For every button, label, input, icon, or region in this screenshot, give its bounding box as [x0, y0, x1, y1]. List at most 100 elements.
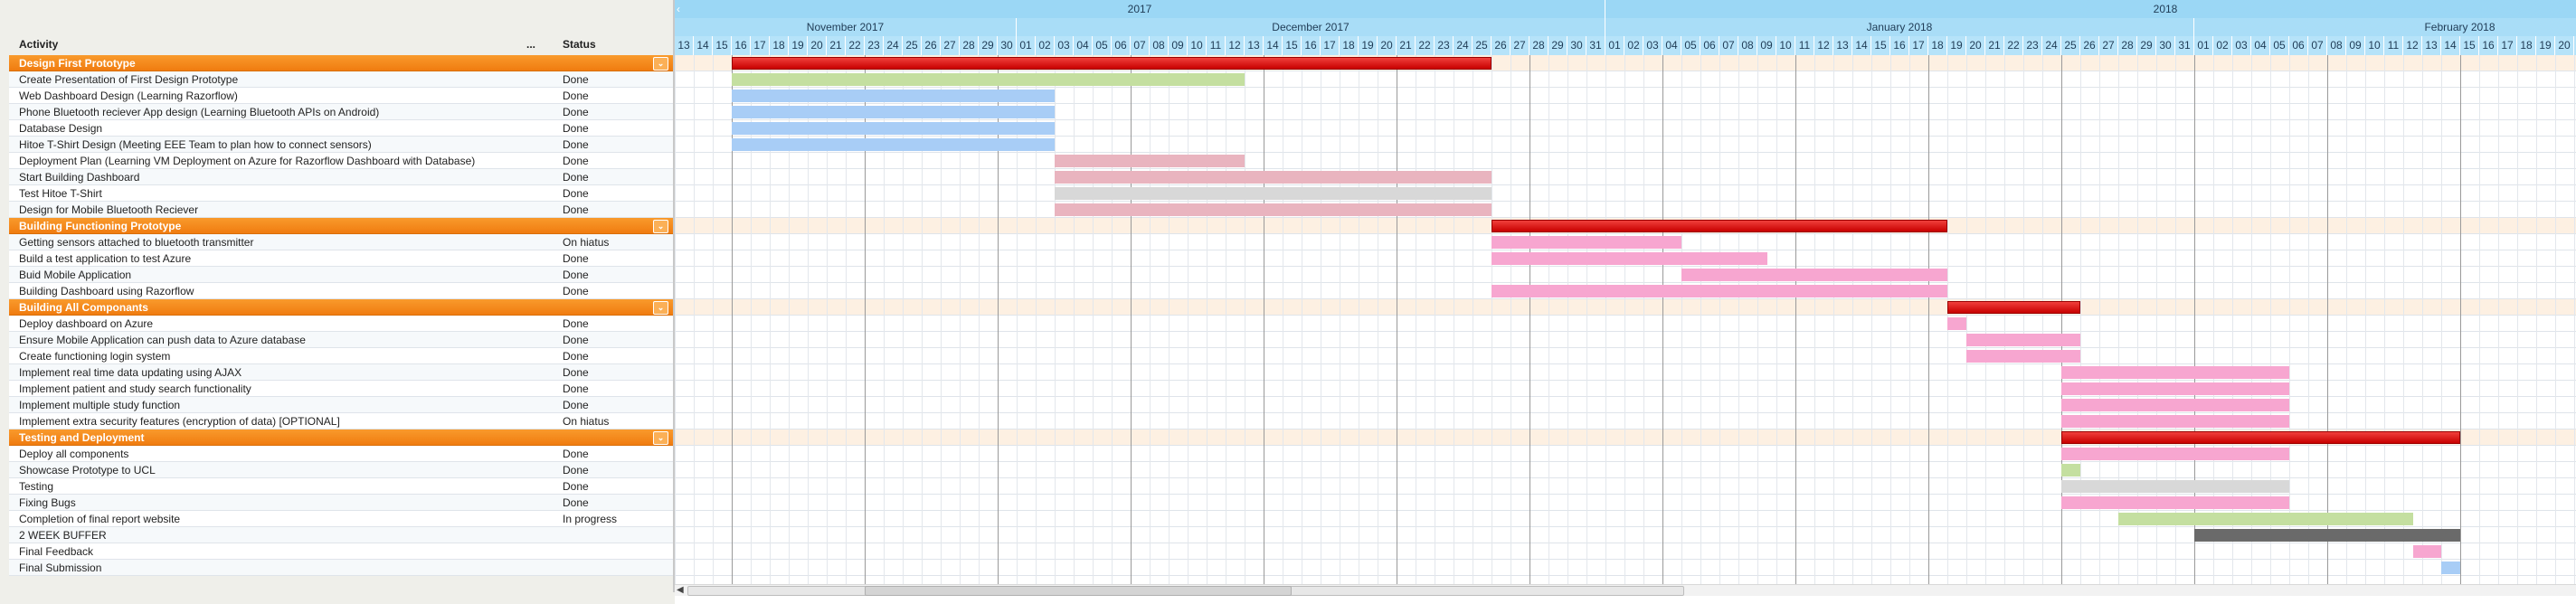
task-row[interactable]: Testing Done [9, 478, 673, 495]
task-row[interactable]: Create functioning login system Done [9, 348, 673, 364]
task-bar[interactable] [1681, 269, 1947, 281]
timeline-month-header: November 2017 December 2017 January 2018 Fe… [675, 18, 2576, 36]
summary-bar[interactable] [1492, 220, 1947, 232]
task-row[interactable]: Completion of final report website In pro… [9, 511, 673, 527]
task-bar[interactable] [732, 73, 1245, 86]
task-bar[interactable] [2061, 464, 2080, 477]
scroll-left-arrow-icon[interactable]: ◀ [677, 585, 686, 596]
collapse-chevron-icon[interactable]: ⌄ [653, 220, 668, 233]
timeline-day: 04 [1662, 36, 1681, 55]
task-bar[interactable] [1055, 155, 1245, 167]
task-activity: Start Building Dashboard [19, 171, 140, 184]
grid-day-line [1150, 55, 1151, 584]
task-bar[interactable] [2061, 382, 2289, 395]
task-row[interactable]: Build a test application to test Azure Do… [9, 250, 673, 267]
task-row[interactable]: 2 WEEK BUFFER [9, 527, 673, 543]
horizontal-scrollbar[interactable]: ◀ [675, 584, 2576, 596]
task-row[interactable]: Final Feedback [9, 543, 673, 560]
task-row[interactable]: Deploy dashboard on Azure Done [9, 316, 673, 332]
task-bar[interactable] [732, 138, 1055, 151]
task-bar[interactable] [2061, 448, 2289, 460]
task-row[interactable]: Fixing Bugs Done [9, 495, 673, 511]
task-bar[interactable] [1966, 334, 2080, 346]
task-activity: Database Design [19, 122, 103, 135]
task-bar[interactable] [2061, 399, 2289, 411]
timeline-day: 19 [1947, 36, 1966, 55]
task-bar[interactable] [1055, 187, 1492, 200]
timeline-day: 19 [1359, 36, 1378, 55]
group-row[interactable]: Design First Prototype ⌄ [9, 55, 673, 71]
timeline-day: 12 [2403, 36, 2422, 55]
task-bar[interactable] [732, 90, 1055, 102]
more-columns-header[interactable]: ... [526, 33, 535, 55]
grid-day-line [1548, 55, 1549, 584]
task-bar[interactable] [2441, 562, 2460, 574]
task-bar[interactable] [1947, 317, 1966, 330]
task-bar[interactable] [1055, 171, 1492, 184]
task-bar[interactable] [2061, 415, 2289, 428]
grid-day-line [1700, 55, 1701, 584]
timeline-day: 07 [1131, 36, 1150, 55]
task-row[interactable]: Phone Bluetooth reciever App design (Lea… [9, 104, 673, 120]
grid-day-line [2498, 55, 2499, 584]
task-bar[interactable] [732, 106, 1055, 118]
grid-day-line [1928, 55, 1929, 584]
task-bar[interactable] [1966, 350, 2080, 363]
task-bar[interactable] [2061, 366, 2289, 379]
grid-day-line [2346, 55, 2347, 584]
task-bar[interactable] [732, 122, 1055, 135]
task-bar[interactable] [2194, 529, 2460, 542]
timeline-day: 17 [751, 36, 770, 55]
task-bar[interactable] [1492, 252, 1767, 265]
group-row[interactable]: Building Functioning Prototype ⌄ [9, 218, 673, 234]
task-row[interactable]: Implement multiple study function Done [9, 397, 673, 413]
task-activity: Deployment Plan (Learning VM Deployment … [19, 155, 476, 167]
timeline-day: 05 [2270, 36, 2289, 55]
collapse-chevron-icon[interactable]: ⌄ [653, 431, 668, 445]
group-row[interactable]: Testing and Deployment ⌄ [9, 429, 673, 446]
task-bar[interactable] [1492, 285, 1947, 297]
task-row[interactable]: Showcase Prototype to UCL Done [9, 462, 673, 478]
grid-day-line [1871, 55, 1872, 584]
gantt-grid [675, 55, 2576, 584]
task-bar[interactable] [1492, 236, 1681, 249]
task-status: On hiatus [563, 236, 610, 249]
task-row[interactable]: Start Building Dashboard Done [9, 169, 673, 185]
task-grid-header: Activity ... Status [9, 33, 673, 55]
task-bar[interactable] [2061, 496, 2289, 509]
task-row[interactable]: Implement extra security features (encry… [9, 413, 673, 429]
task-row[interactable]: Ensure Mobile Application can push data … [9, 332, 673, 348]
task-bar[interactable] [1055, 203, 1492, 216]
timeline-day: 10 [1776, 36, 1795, 55]
timeline-day: 03 [1055, 36, 1074, 55]
timeline-day: 25 [2061, 36, 2080, 55]
task-row[interactable]: Building Dashboard using Razorflow Done [9, 283, 673, 299]
task-row[interactable]: Buid Mobile Application Done [9, 267, 673, 283]
scrollbar-thumb[interactable] [865, 586, 1292, 596]
task-row[interactable]: Design for Mobile Bluetooth Reciever Done [9, 202, 673, 218]
task-row[interactable]: Getting sensors attached to bluetooth tr… [9, 234, 673, 250]
timeline-day: 07 [1719, 36, 1738, 55]
summary-bar[interactable] [2061, 431, 2460, 444]
summary-bar[interactable] [1947, 301, 2080, 314]
collapse-chevron-icon[interactable]: ⌄ [653, 57, 668, 71]
task-row[interactable]: Implement real time data updating using … [9, 364, 673, 381]
task-bar[interactable] [2118, 513, 2413, 525]
task-bar[interactable] [2061, 480, 2289, 493]
task-row[interactable]: Deploy all components Done [9, 446, 673, 462]
status-column-header[interactable]: Status [563, 33, 596, 55]
task-row[interactable]: Web Dashboard Design (Learning Razorflow… [9, 88, 673, 104]
task-row[interactable]: Test Hitoe T-Shirt Done [9, 185, 673, 202]
task-status: Done [563, 334, 589, 346]
activity-column-header[interactable]: Activity [19, 33, 58, 55]
summary-bar[interactable] [732, 57, 1492, 70]
task-row[interactable]: Deployment Plan (Learning VM Deployment … [9, 153, 673, 169]
task-bar[interactable] [2412, 545, 2441, 558]
task-row[interactable]: Implement patient and study search funct… [9, 381, 673, 397]
task-row[interactable]: Final Submission [9, 560, 673, 576]
task-row[interactable]: Hitoe T-Shirt Design (Meeting EEE Team t… [9, 137, 673, 153]
task-row[interactable]: Create Presentation of First Design Prot… [9, 71, 673, 88]
task-row[interactable]: Database Design Done [9, 120, 673, 137]
collapse-chevron-icon[interactable]: ⌄ [653, 301, 668, 315]
group-row[interactable]: Building All Componants ⌄ [9, 299, 673, 316]
